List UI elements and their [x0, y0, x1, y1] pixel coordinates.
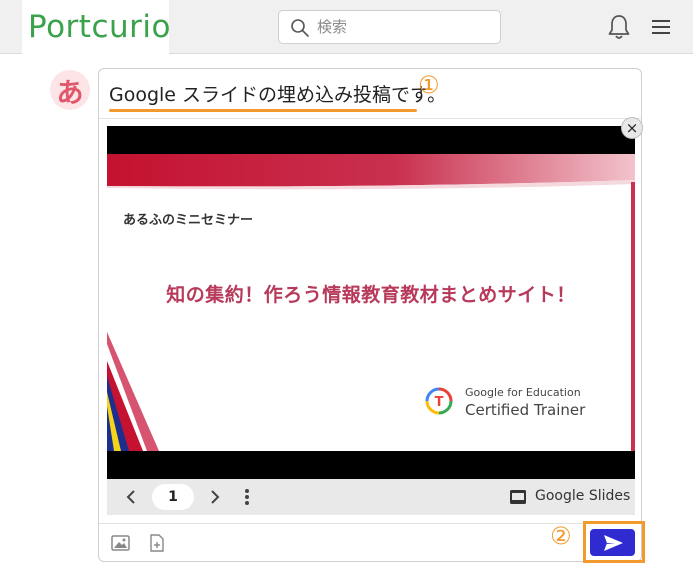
slides-embed[interactable]: あるふのミニセミナー 知の集約！作ろう情報教育教材まとめサイト！ T Googl…	[107, 126, 635, 515]
slides-controls: 1 Google Slides	[107, 479, 635, 515]
divider	[99, 118, 641, 119]
more-vertical-icon[interactable]	[240, 487, 254, 507]
slides-icon[interactable]	[509, 489, 527, 505]
annotation-marker-2: ②	[550, 522, 572, 550]
image-icon[interactable]	[111, 535, 130, 551]
post-text[interactable]: Google スライドの埋め込み投稿です。	[109, 80, 446, 107]
slide-preview[interactable]: あるふのミニセミナー 知の集約！作ろう情報教育教材まとめサイト！ T Googl…	[107, 154, 635, 451]
search-input[interactable]	[317, 11, 493, 43]
avatar-char: あ	[56, 77, 84, 109]
avatar[interactable]: あ	[50, 70, 90, 110]
annotation-marker-1: ①	[418, 71, 440, 99]
slide-subtitle: あるふのミニセミナー	[123, 213, 254, 228]
google-for-education-logo: T	[425, 387, 453, 415]
slide-title: 知の集約！作ろう情報教育教材まとめサイト！	[166, 284, 576, 306]
search-icon	[291, 19, 309, 37]
send-button[interactable]	[590, 529, 635, 556]
logo-text: Portcurio	[28, 9, 171, 45]
svg-text:T: T	[435, 395, 444, 410]
search-box[interactable]	[278, 10, 501, 44]
badge-line-1: Google for Education	[465, 386, 581, 399]
close-icon: ×	[625, 118, 639, 137]
page-number[interactable]: 1	[152, 484, 194, 510]
post-composer-card: Google スライドの埋め込み投稿です。 ① あるふのミニセミナー 知の集約！…	[98, 68, 645, 563]
annotation-underline	[109, 109, 417, 112]
bell-icon[interactable]	[606, 13, 632, 41]
file-add-icon[interactable]	[149, 534, 164, 552]
send-icon	[603, 534, 623, 551]
chevron-right-icon[interactable]	[205, 487, 225, 507]
top-header: Portcurio	[0, 0, 693, 54]
close-embed-button[interactable]: ×	[621, 117, 643, 139]
badge-line-2: Certified Trainer	[465, 401, 586, 419]
hamburger-menu-icon[interactable]	[650, 16, 672, 38]
google-slides-label[interactable]: Google Slides	[535, 488, 630, 504]
chevron-left-icon[interactable]	[121, 487, 141, 507]
logo[interactable]: Portcurio	[22, 0, 171, 54]
